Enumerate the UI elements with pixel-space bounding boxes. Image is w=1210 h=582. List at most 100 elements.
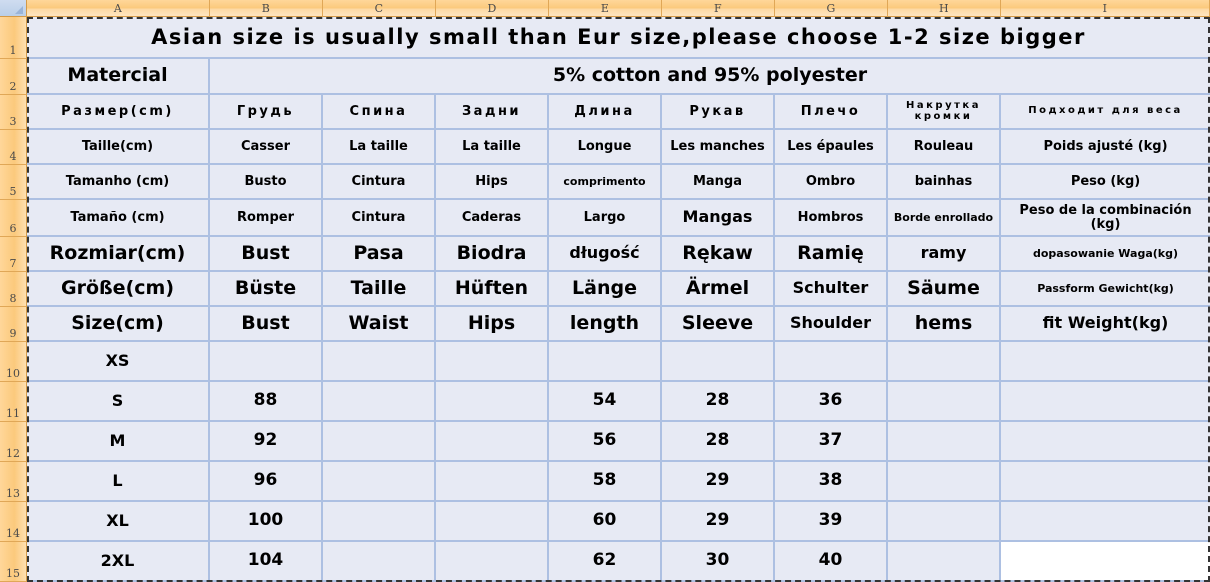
select-all-corner[interactable] bbox=[0, 0, 27, 17]
cell-h8[interactable]: Säume bbox=[888, 272, 1001, 307]
cell-c10-waist[interactable] bbox=[323, 342, 436, 382]
cell-c4[interactable]: La taille bbox=[323, 130, 436, 165]
row-header-5[interactable]: 5 bbox=[0, 165, 27, 200]
cell-d6[interactable]: Caderas bbox=[436, 200, 549, 237]
cell-i11-fit-weight[interactable] bbox=[1001, 382, 1210, 422]
cell-a8[interactable]: Größe(cm) bbox=[27, 272, 210, 307]
cell-a10-size[interactable]: XS bbox=[27, 342, 210, 382]
cell-f11-sleeve[interactable]: 28 bbox=[662, 382, 775, 422]
cell-i4[interactable]: Poids ajusté (kg) bbox=[1001, 130, 1210, 165]
cell-e5[interactable]: comprimento bbox=[549, 165, 662, 200]
cell-c12-waist[interactable] bbox=[323, 422, 436, 462]
cell-h4[interactable]: Rouleau bbox=[888, 130, 1001, 165]
row-header-12[interactable]: 12 bbox=[0, 422, 27, 462]
cell-h6[interactable]: Borde enrollado bbox=[888, 200, 1001, 237]
cell-c8[interactable]: Taille bbox=[323, 272, 436, 307]
cell-c15-waist[interactable] bbox=[323, 542, 436, 582]
cell-g9[interactable]: Shoulder bbox=[775, 307, 888, 342]
row-header-7[interactable]: 7 bbox=[0, 237, 27, 272]
cell-e12-length[interactable]: 56 bbox=[549, 422, 662, 462]
cell-e6[interactable]: Largo bbox=[549, 200, 662, 237]
cell-i14-fit-weight[interactable] bbox=[1001, 502, 1210, 542]
row-header-3[interactable]: 3 bbox=[0, 95, 27, 130]
cell-a5[interactable]: Tamanho (cm) bbox=[27, 165, 210, 200]
spreadsheet-sheet[interactable]: A B C D E F G H I 1 2 3 4 5 6 7 8 9 10 1… bbox=[0, 0, 1210, 582]
cell-i7[interactable]: dopasowanie Waga(kg) bbox=[1001, 237, 1210, 272]
cell-c3[interactable]: Спина bbox=[323, 95, 436, 130]
cell-h10-hems[interactable] bbox=[888, 342, 1001, 382]
row-header-2[interactable]: 2 bbox=[0, 59, 27, 95]
cell-b3[interactable]: Грудь bbox=[210, 95, 323, 130]
cell-h11-hems[interactable] bbox=[888, 382, 1001, 422]
cell-a13-size[interactable]: L bbox=[27, 462, 210, 502]
cell-c5[interactable]: Cintura bbox=[323, 165, 436, 200]
cell-h9[interactable]: hems bbox=[888, 307, 1001, 342]
column-header-a[interactable]: A bbox=[27, 0, 210, 17]
cell-c9[interactable]: Waist bbox=[323, 307, 436, 342]
cell-g3[interactable]: Плечо bbox=[775, 95, 888, 130]
cell-c11-waist[interactable] bbox=[323, 382, 436, 422]
cell-h7[interactable]: ramy bbox=[888, 237, 1001, 272]
cell-d13-hips[interactable] bbox=[436, 462, 549, 502]
cell-a3[interactable]: Размер(cm) bbox=[27, 95, 210, 130]
cell-b15-bust[interactable]: 104 bbox=[210, 542, 323, 582]
cell-c6[interactable]: Cintura bbox=[323, 200, 436, 237]
cell-g4[interactable]: Les épaules bbox=[775, 130, 888, 165]
cell-d11-hips[interactable] bbox=[436, 382, 549, 422]
cell-b12-bust[interactable]: 92 bbox=[210, 422, 323, 462]
cell-f13-sleeve[interactable]: 29 bbox=[662, 462, 775, 502]
row-header-8[interactable]: 8 bbox=[0, 272, 27, 307]
cell-i6[interactable]: Peso de la combinación (kg) bbox=[1001, 200, 1210, 237]
cell-a4[interactable]: Taille(cm) bbox=[27, 130, 210, 165]
cell-g8[interactable]: Schulter bbox=[775, 272, 888, 307]
cell-d5[interactable]: Hips bbox=[436, 165, 549, 200]
row-header-9[interactable]: 9 bbox=[0, 307, 27, 342]
row-header-4[interactable]: 4 bbox=[0, 130, 27, 165]
cell-f8[interactable]: Ärmel bbox=[662, 272, 775, 307]
cell-b10-bust[interactable] bbox=[210, 342, 323, 382]
cell-f14-sleeve[interactable]: 29 bbox=[662, 502, 775, 542]
cell-c13-waist[interactable] bbox=[323, 462, 436, 502]
row-header-11[interactable]: 11 bbox=[0, 382, 27, 422]
cell-f3[interactable]: Рукав bbox=[662, 95, 775, 130]
cell-g10-shoulder[interactable] bbox=[775, 342, 888, 382]
cell-a1-banner[interactable]: Asian size is usually small than Eur siz… bbox=[27, 17, 1210, 59]
cell-d14-hips[interactable] bbox=[436, 502, 549, 542]
column-header-c[interactable]: C bbox=[323, 0, 436, 17]
cell-g6[interactable]: Hombros bbox=[775, 200, 888, 237]
cell-f5[interactable]: Manga bbox=[662, 165, 775, 200]
cell-f6[interactable]: Mangas bbox=[662, 200, 775, 237]
cell-g5[interactable]: Ombro bbox=[775, 165, 888, 200]
column-header-i[interactable]: I bbox=[1001, 0, 1210, 17]
cell-f4[interactable]: Les manches bbox=[662, 130, 775, 165]
cell-d9[interactable]: Hips bbox=[436, 307, 549, 342]
cell-d10-hips[interactable] bbox=[436, 342, 549, 382]
column-header-e[interactable]: E bbox=[549, 0, 662, 17]
cell-f15-sleeve[interactable]: 30 bbox=[662, 542, 775, 582]
cell-i12-fit-weight[interactable] bbox=[1001, 422, 1210, 462]
cell-f9[interactable]: Sleeve bbox=[662, 307, 775, 342]
cell-g15-shoulder[interactable]: 40 bbox=[775, 542, 888, 582]
cell-b9[interactable]: Bust bbox=[210, 307, 323, 342]
cell-a12-size[interactable]: M bbox=[27, 422, 210, 462]
column-header-b[interactable]: B bbox=[210, 0, 323, 17]
cell-i3[interactable]: Подходит для веса bbox=[1001, 95, 1210, 130]
cell-h15-hems[interactable] bbox=[888, 542, 1001, 582]
cell-g12-shoulder[interactable]: 37 bbox=[775, 422, 888, 462]
cell-i13-fit-weight[interactable] bbox=[1001, 462, 1210, 502]
cell-h3[interactable]: Накрутка кромки bbox=[888, 95, 1001, 130]
cell-e9[interactable]: length bbox=[549, 307, 662, 342]
cell-g14-shoulder[interactable]: 39 bbox=[775, 502, 888, 542]
cell-c14-waist[interactable] bbox=[323, 502, 436, 542]
cell-b8[interactable]: Büste bbox=[210, 272, 323, 307]
cell-b4[interactable]: Casser bbox=[210, 130, 323, 165]
cell-e14-length[interactable]: 60 bbox=[549, 502, 662, 542]
cell-e13-length[interactable]: 58 bbox=[549, 462, 662, 502]
cell-b11-bust[interactable]: 88 bbox=[210, 382, 323, 422]
cell-a11-size[interactable]: S bbox=[27, 382, 210, 422]
row-header-6[interactable]: 6 bbox=[0, 200, 27, 237]
cell-b5[interactable]: Busto bbox=[210, 165, 323, 200]
column-header-d[interactable]: D bbox=[436, 0, 549, 17]
row-header-10[interactable]: 10 bbox=[0, 342, 27, 382]
cell-g7[interactable]: Ramię bbox=[775, 237, 888, 272]
